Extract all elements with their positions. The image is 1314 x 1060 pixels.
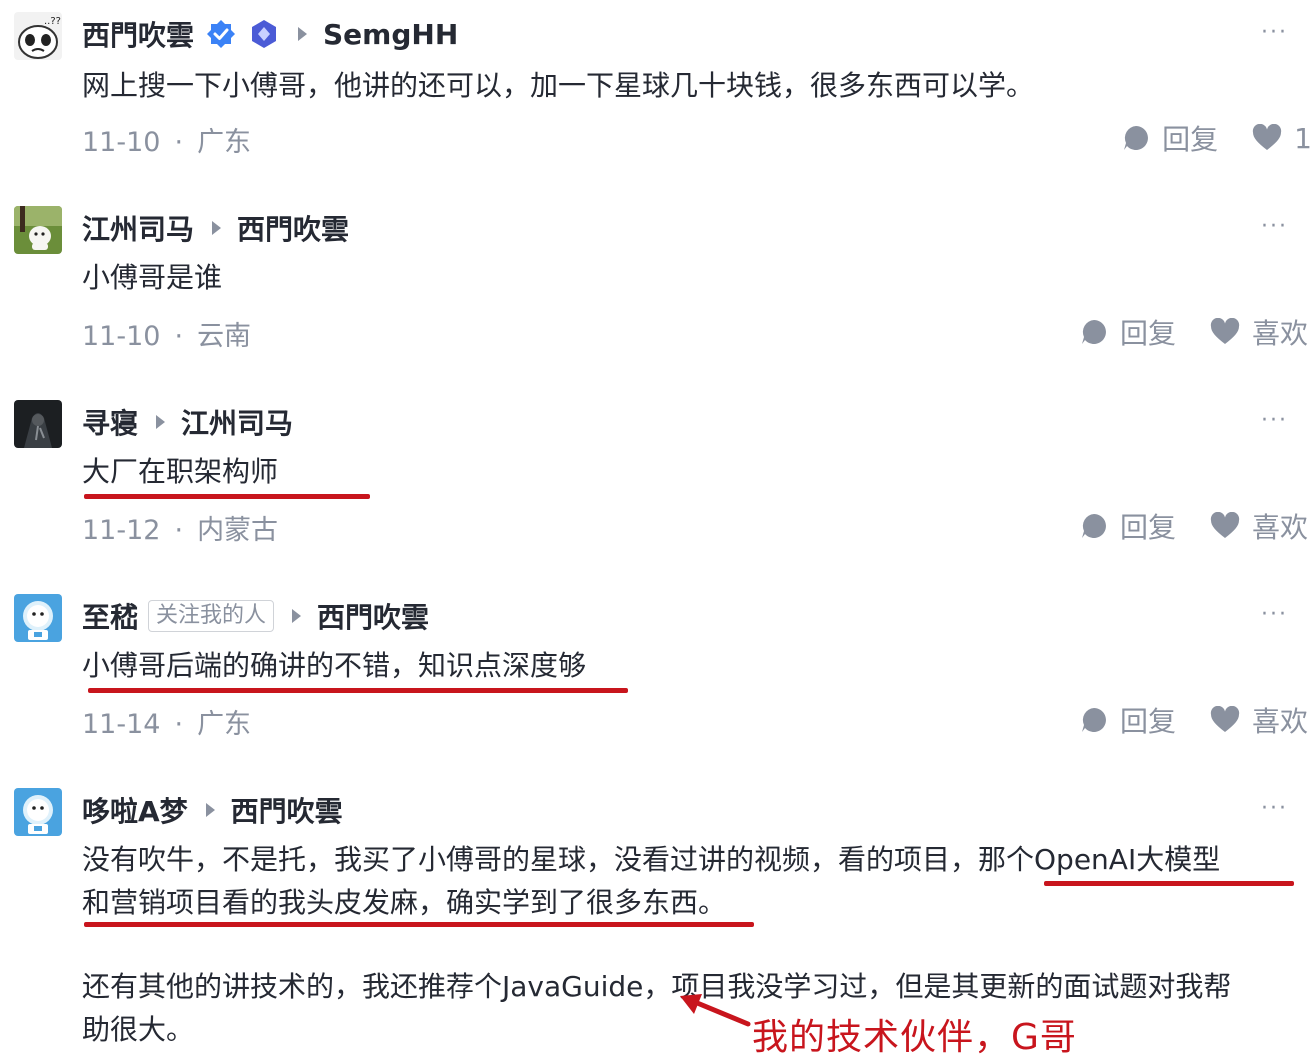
follower-tag: 关注我的人 [148, 600, 275, 632]
comment-meta: 11-10 · 广东 [82, 120, 251, 159]
comment-date: 11-10 [82, 321, 161, 352]
like-button[interactable]: 1 [1252, 122, 1312, 155]
like-button[interactable]: 喜欢 [1210, 506, 1308, 546]
like-label: 喜欢 [1251, 317, 1308, 350]
more-dots-icon[interactable]: ··· [1261, 796, 1288, 821]
triangle-right-icon [205, 803, 215, 817]
comment-meta: 11-12 · 内蒙古 [82, 508, 278, 547]
comment-location: 内蒙古 [197, 515, 279, 546]
comment-header: 至嵇 关注我的人 西門吹雲 [82, 596, 429, 636]
triangle-right-icon [212, 221, 222, 235]
author-name[interactable]: 西門吹雲 [82, 14, 194, 54]
comment-location: 广东 [197, 127, 252, 158]
like-label: 喜欢 [1251, 705, 1308, 738]
heart-icon [1210, 512, 1240, 538]
comment-text: 大厂在职架构师 [82, 455, 279, 488]
avatar[interactable] [14, 788, 62, 836]
comment-date: 11-14 [82, 709, 161, 740]
reply-label: 回复 [1162, 123, 1219, 156]
separator-dot: · [174, 127, 184, 158]
reply-label: 回复 [1119, 317, 1176, 350]
avatar[interactable] [14, 594, 62, 642]
comment-meta: 11-14 · 广东 [82, 702, 251, 741]
highlight-underline [84, 494, 370, 499]
level-diamond-icon [248, 18, 280, 50]
more-dots-icon[interactable]: ··· [1261, 20, 1288, 45]
comment-date: 11-12 [82, 515, 161, 546]
more-dots-icon[interactable]: ··· [1261, 214, 1288, 239]
annotation-label: 我的技术伙伴，G哥 [752, 1017, 1077, 1058]
reply-label: 回复 [1119, 511, 1176, 544]
comment-location: 云南 [197, 321, 252, 352]
like-count: 1 [1294, 121, 1312, 155]
highlight-underline [84, 922, 754, 927]
comment-meta: 11-10 · 云南 [82, 314, 251, 353]
reply-label: 回复 [1119, 705, 1176, 738]
reply-to-name[interactable]: 西門吹雲 [317, 596, 429, 636]
like-button[interactable]: 喜欢 [1210, 312, 1308, 352]
comment-date: 11-10 [82, 127, 161, 158]
reply-button[interactable]: 回复 [1080, 506, 1176, 546]
comment-text-line: 和营销项目看的我头皮发麻，确实学到了很多东西。 [82, 886, 727, 919]
comment-text: 小傅哥是谁 [82, 261, 223, 294]
reply-button[interactable]: 回复 [1122, 118, 1218, 158]
comment-text-line: 没有吹牛，不是托，我买了小傅哥的星球，没看过讲的视频，看的项目，那个OpenAI… [82, 843, 1221, 876]
author-name[interactable]: 哆啦A梦 [82, 790, 188, 830]
comment-bubble-icon [1124, 126, 1149, 150]
comment-text: 网上搜一下小傅哥，他讲的还可以，加一下星球几十块钱，很多东西可以学。 [82, 69, 1035, 102]
comment-item: 江州司马 西門吹雲 ··· 小傅哥是谁 11-10 · 云南 回复 喜欢 [0, 206, 1314, 366]
separator-dot: · [174, 709, 184, 740]
comment-bubble-icon [1081, 514, 1106, 538]
svg-text:..??: ..?? [44, 16, 61, 27]
comment-header: 寻寝 江州司马 [82, 402, 293, 442]
triangle-right-icon [156, 415, 166, 429]
verified-check-icon [206, 19, 236, 49]
more-dots-icon[interactable]: ··· [1261, 408, 1288, 433]
reply-to-name[interactable]: SemgHH [323, 18, 458, 51]
highlight-underline [1044, 881, 1294, 886]
annotation-arrow-icon [680, 994, 751, 1027]
reply-button[interactable]: 回复 [1080, 700, 1176, 740]
comment-bubble-icon [1081, 708, 1106, 732]
separator-dot: · [174, 515, 184, 546]
comment-text-line: 还有其他的讲技术的，我还推荐个JavaGuide，项目我没学习过，但是其更新的面… [82, 970, 1232, 1003]
separator-dot: · [174, 321, 184, 352]
like-label: 喜欢 [1251, 511, 1308, 544]
comment-bubble-icon [1081, 320, 1106, 344]
like-button[interactable]: 喜欢 [1210, 700, 1308, 740]
more-dots-icon[interactable]: ··· [1261, 602, 1288, 627]
avatar[interactable]: ..?? [14, 12, 62, 60]
author-name[interactable]: 江州司马 [82, 208, 194, 248]
comment-actions: 回复 喜欢 [1046, 506, 1308, 546]
heart-icon [1253, 124, 1282, 150]
comment-header: 江州司马 西門吹雲 [82, 208, 349, 248]
comment-actions: 回复 喜欢 [1046, 312, 1308, 352]
reply-to-name[interactable]: 西門吹雲 [231, 790, 343, 830]
triangle-right-icon [298, 27, 308, 41]
author-name[interactable]: 至嵇 [82, 596, 138, 636]
avatar[interactable] [14, 400, 62, 448]
comment-header: 西門吹雲 SemgHH [82, 14, 458, 54]
reply-to-name[interactable]: 西門吹雲 [237, 208, 349, 248]
highlight-underline [88, 688, 628, 693]
avatar[interactable] [14, 206, 62, 254]
reply-button[interactable]: 回复 [1080, 312, 1176, 352]
triangle-right-icon [292, 609, 302, 623]
comment-text-line: 助很大。 [82, 1013, 195, 1046]
comment-location: 广东 [197, 709, 252, 740]
author-name[interactable]: 寻寝 [82, 402, 138, 442]
reply-to-name[interactable]: 江州司马 [181, 402, 293, 442]
comment-item: ..?? 西門吹雲 SemgHH ··· 网上搜一下小傅哥，他讲的还可以，加一下… [0, 12, 1314, 172]
comment-actions: 回复 1 [1088, 118, 1312, 158]
comment-text: 小傅哥后端的确讲的不错，知识点深度够 [82, 649, 587, 682]
heart-icon [1210, 318, 1240, 344]
heart-icon [1210, 706, 1240, 732]
comment-item: 至嵇 关注我的人 西門吹雲 ··· 小傅哥后端的确讲的不错，知识点深度够 11-… [0, 594, 1314, 754]
comment-header: 哆啦A梦 西門吹雲 [82, 790, 343, 830]
comment-item: 寻寝 江州司马 ··· 大厂在职架构师 11-12 · 内蒙古 回复 喜欢 [0, 400, 1314, 560]
comment-actions: 回复 喜欢 [1046, 700, 1308, 740]
